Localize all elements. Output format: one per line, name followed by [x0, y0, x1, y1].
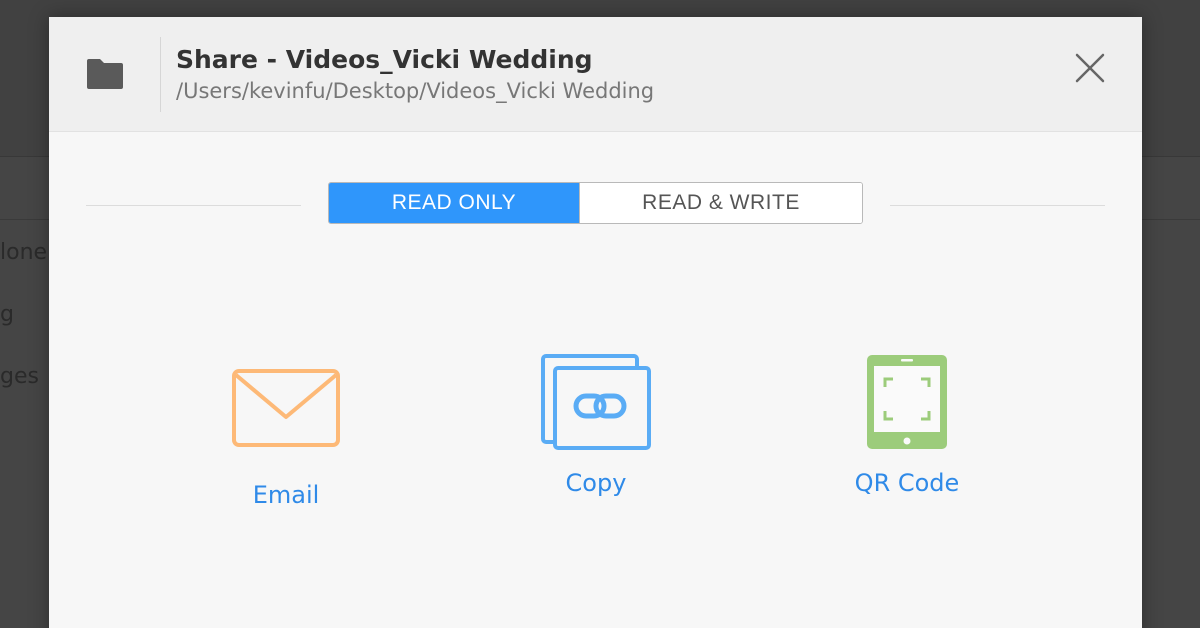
dialog-header: Share - Videos_Vicki Wedding /Users/kevi… — [49, 17, 1142, 132]
copy-label: Copy — [565, 469, 627, 497]
qr-code-option[interactable]: QR Code — [807, 355, 1007, 497]
link-icon — [541, 354, 651, 450]
email-label: Email — [252, 481, 320, 509]
read-only-button[interactable]: READ ONLY — [329, 183, 579, 223]
separator-line — [86, 205, 301, 206]
folder-icon — [87, 59, 123, 89]
qr-tablet-icon — [867, 355, 947, 449]
header-divider — [160, 37, 161, 112]
dialog-title: Share - Videos_Vicki Wedding — [176, 45, 593, 74]
permission-toggle: READ ONLY READ & WRITE — [328, 182, 863, 224]
email-option[interactable]: Email — [186, 367, 386, 509]
dialog-path: /Users/kevinfu/Desktop/Videos_Vicki Wedd… — [176, 79, 655, 103]
close-icon — [1075, 53, 1105, 83]
envelope-icon — [232, 369, 340, 447]
copy-option[interactable]: Copy — [496, 354, 696, 497]
background-list-item: g — [0, 302, 14, 327]
separator-line — [890, 205, 1105, 206]
read-write-button[interactable]: READ & WRITE — [579, 183, 862, 223]
share-dialog: Share - Videos_Vicki Wedding /Users/kevi… — [49, 17, 1142, 628]
background-list-item: ges — [0, 364, 39, 389]
close-button[interactable] — [1073, 51, 1107, 85]
background-list-item: lone — [0, 240, 48, 265]
qr-code-label: QR Code — [854, 469, 960, 497]
